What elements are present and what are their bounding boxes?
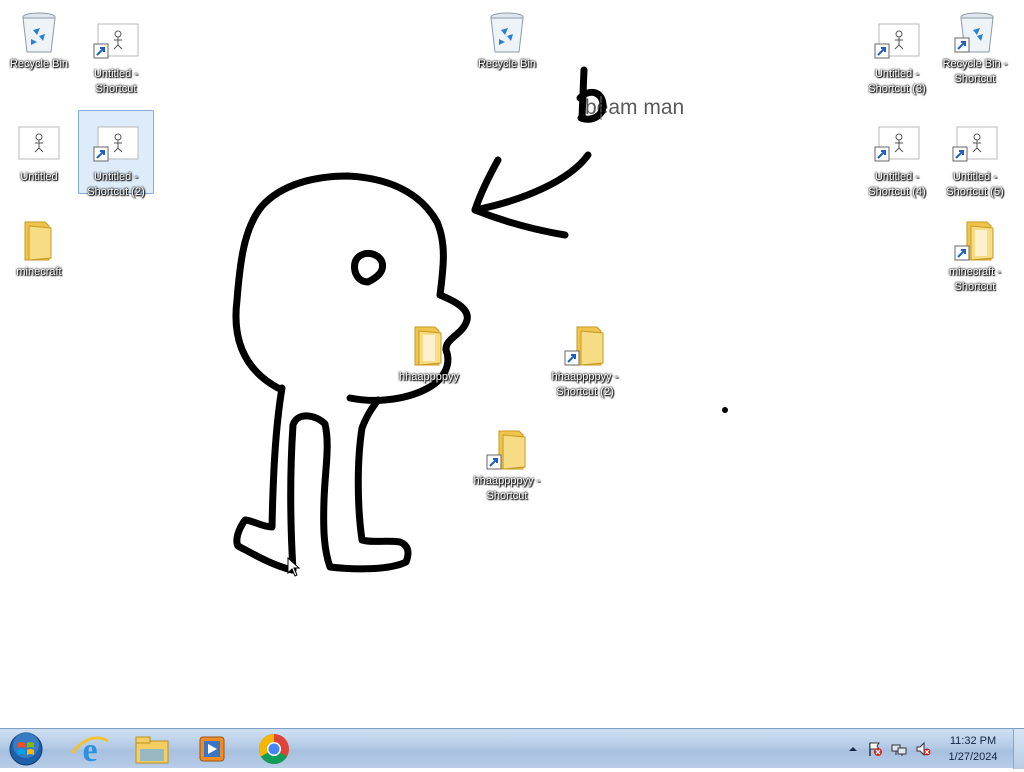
- folder-icon: [24, 221, 52, 261]
- internet-explorer-icon: e: [70, 732, 109, 769]
- image-file-icon: [93, 23, 139, 59]
- desktop-icon-recycle-bin[interactable]: Recycle Bin: [1, 5, 77, 73]
- desktop-icon-hhaappppyy[interactable]: hhaappppyy: [391, 318, 467, 386]
- desktop-icon-label: hhaappppyy - Shortcut (2): [551, 371, 619, 398]
- desktop-icon-label: Untitled - Shortcut (2): [87, 171, 145, 198]
- chrome-icon: [258, 734, 289, 765]
- folder-icon: [414, 326, 442, 366]
- mouse-cursor-icon: [287, 557, 301, 577]
- taskbar-clock[interactable]: 11:32 PM 1/27/2024: [932, 733, 1014, 765]
- desktop-icon-label: Recycle Bin - Shortcut: [942, 58, 1008, 85]
- desktop-icon-label: Untitled - Shortcut: [93, 68, 139, 95]
- image-file-icon: [874, 126, 920, 162]
- desktop-icon-label: Untitled - Shortcut (5): [946, 171, 1004, 198]
- folder-icon: [486, 430, 526, 470]
- recycle-bin-icon: [490, 12, 524, 53]
- clock-time: 11:32 PM: [949, 735, 997, 747]
- drawing-back-leg: [233, 384, 296, 574]
- file-explorer-icon: [135, 736, 169, 764]
- desktop-icon-label: minecraft - Shortcut: [949, 266, 1001, 293]
- desktop-icon-untitled-shortcut-4[interactable]: Untitled - Shortcut (4): [859, 118, 935, 201]
- folder-icon: [954, 221, 994, 261]
- desktop-icon-hhaappppyy-shortcut[interactable]: hhaappppyy - Shortcut: [469, 422, 545, 505]
- desktop-icon-untitled[interactable]: Untitled: [1, 118, 77, 186]
- show-desktop-button[interactable]: [1013, 729, 1024, 769]
- desktop-icon-label: hhaappppyy: [399, 371, 459, 383]
- taskbar-file-explorer[interactable]: [124, 731, 180, 767]
- desktop-icon-untitled-shortcut[interactable]: Untitled - Shortcut: [78, 15, 154, 98]
- volume-muted-icon[interactable]: [915, 741, 931, 757]
- desktop-icon-minecraft[interactable]: minecraft: [1, 213, 77, 281]
- desktop-icon-untitled-shortcut-3[interactable]: Untitled - Shortcut (3): [859, 15, 935, 98]
- desktop-icon-label: minecraft: [16, 266, 62, 278]
- desktop-icon-label: Recycle Bin: [9, 58, 69, 70]
- folder-icon: [564, 326, 604, 366]
- desktop-icon-untitled-shortcut-5[interactable]: Untitled - Shortcut (5): [937, 118, 1013, 201]
- desktop-icon-label: Untitled: [20, 171, 58, 183]
- action-center-flag-icon[interactable]: [867, 741, 883, 757]
- taskbar-chrome[interactable]: [246, 731, 302, 767]
- start-button[interactable]: [2, 731, 50, 767]
- taskbar-internet-explorer[interactable]: e: [62, 731, 118, 769]
- drawing-front-leg: [287, 396, 412, 574]
- desktop-icon-recycle-bin-2[interactable]: Recycle Bin: [469, 5, 545, 73]
- drawing-eye: [351, 250, 387, 286]
- desktop[interactable]: beam man Recycle Bin Untitled - Shortcut…: [0, 0, 1024, 728]
- image-file-icon: [952, 126, 998, 162]
- desktop-icon-label: Untitled - Shortcut (3): [868, 68, 926, 95]
- recycle-bin-icon: [22, 12, 56, 53]
- desktop-icon-label: hhaappppyy - Shortcut: [473, 475, 541, 502]
- desktop-icon-minecraft-shortcut[interactable]: minecraft - Shortcut: [937, 213, 1013, 296]
- show-hidden-icons-arrow[interactable]: [845, 741, 861, 757]
- desktop-icon-untitled-shortcut-2[interactable]: Untitled - Shortcut (2): [78, 110, 154, 198]
- desktop-icon-label: Recycle Bin: [477, 58, 537, 70]
- drawing-text: beam man: [585, 96, 684, 119]
- image-file-icon: [18, 126, 60, 160]
- recycle-bin-icon: [954, 12, 994, 53]
- image-file-icon: [874, 23, 920, 59]
- clock-date: 1/27/2024: [948, 751, 998, 763]
- drawing-arrow: [471, 151, 592, 214]
- desktop-icon-recycle-bin-shortcut[interactable]: Recycle Bin - Shortcut: [937, 5, 1013, 88]
- desktop-icon-label: Untitled - Shortcut (4): [868, 171, 926, 198]
- media-player-icon: [199, 736, 225, 762]
- network-icon[interactable]: [891, 741, 907, 757]
- image-file-icon: [93, 126, 139, 162]
- wallpaper-drawing: beam man: [232, 66, 728, 574]
- taskbar-media-player[interactable]: [184, 731, 240, 767]
- desktop-icon-hhaappppyy-shortcut-2[interactable]: hhaappppyy - Shortcut (2): [547, 318, 623, 401]
- taskbar: e 11:32 PM 1/27/2024: [0, 728, 1024, 769]
- windows-orb-icon: [9, 732, 43, 766]
